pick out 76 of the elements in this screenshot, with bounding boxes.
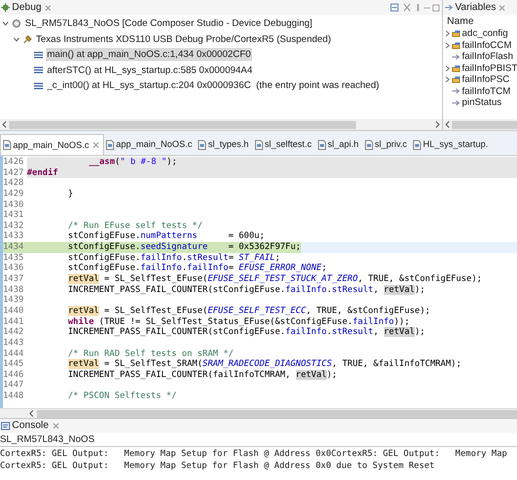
close-icon[interactable]: [45, 4, 52, 10]
variable-item[interactable]: failInfoFlash: [462, 51, 514, 62]
variable-item[interactable]: adc_config: [462, 28, 508, 40]
file-icon: [318, 140, 326, 150]
code-line: stConfigEFuse.failInfo.failInfo= EFUSE_ERROR_NONE;: [67, 263, 327, 274]
close-icon[interactable]: [498, 4, 505, 10]
code-line: retVal = SL_SelfTest_EFuse(EFUSE_SELF_TEST_ECC, TRUE, &stConfigEFuse);: [67, 306, 430, 317]
editor-tab[interactable]: sl_priv.c: [362, 134, 412, 155]
scroll-left-icon[interactable]: [29, 410, 34, 417]
code-line: INCREMENT_PASS_FAIL_COUNTER(stConfigEFuse.failInfo.stResult, retVal);: [67, 284, 426, 296]
code-line: while (TRUE != SL_SelfTest_Status_EFuse(&stConfigEFuse.failInfo));: [67, 316, 410, 327]
variable-item[interactable]: failInfoPBIST: [462, 62, 517, 74]
file-icon: [413, 140, 422, 150]
console-icon: [1, 422, 10, 430]
toolbar-icons-drawing[interactable]: [390, 3, 440, 12]
collapsed-chevron-icon[interactable]: [445, 76, 450, 84]
close-icon[interactable]: [52, 423, 59, 429]
arrow-icon: [452, 54, 460, 60]
arrow-icon: [452, 88, 460, 94]
scrollbar-thumb[interactable]: [37, 410, 517, 418]
stack-frame-item[interactable]: _c_int00() at HL_sys_startup.c:204 0x0000936C (the entry point was reached): [46, 79, 380, 92]
code-line: /* Run RAD Self tests on sRAM */: [67, 348, 234, 359]
stack-frame-icon: [34, 66, 43, 74]
collapsed-chevron-icon[interactable]: [445, 30, 450, 38]
file-icon: [364, 140, 373, 150]
editor-tab[interactable]: sl_types.h: [196, 134, 253, 155]
variable-item[interactable]: failInfoTCM: [462, 86, 511, 97]
file-icon: [106, 140, 114, 150]
scroll-left-icon[interactable]: [445, 121, 450, 128]
stack-frame-item[interactable]: afterSTC() at HL_sys_startup.c:585 0x000094A4: [46, 64, 254, 77]
view-title[interactable]: Debug: [12, 0, 42, 14]
code-line: stConfigEFuse.numPatterns = 600u;: [67, 231, 265, 242]
editor-tab[interactable]: sl_selftest.c: [252, 134, 316, 155]
collapsed-chevron-icon[interactable]: [445, 64, 450, 72]
tree-item[interactable]: Texas Instruments XDS110 USB Debug Probe/CortexR5 (Suspended): [35, 32, 332, 46]
process-name: SL_RM57L843_NoOS: [0, 434, 95, 445]
stack-frame-icon: [34, 82, 43, 90]
editor-tab[interactable]: app_main_NoOS.c: [104, 134, 196, 155]
editor-tab[interactable]: sl_api.h: [316, 134, 363, 155]
editor-tab[interactable]: app_main_NoOS.c: [0, 134, 104, 155]
variable-item[interactable]: failInfoPSC: [462, 74, 510, 86]
close-icon: [93, 142, 100, 148]
console-line: CortexR5: GEL Output: Memory Map Setup for Flash @ Address 0x0 due to System Reset: [0, 460, 436, 472]
line-number: 1426: [3, 157, 27, 168]
line-number: 1427: [3, 168, 27, 178]
column-header[interactable]: Name: [443, 15, 517, 28]
scrollbar-thumb[interactable]: [452, 120, 517, 128]
scrollbar-thumb[interactable]: [9, 120, 356, 128]
scroll-right-icon[interactable]: [435, 121, 440, 128]
code-line: retVal = SL_SelfTest_EFuse(EFUSE_SELF_TEST_STUCK_AT_ZERO, TRUE, &stConfigEFuse);: [67, 274, 482, 285]
code-line: #endif: [27, 168, 58, 178]
expanded-chevron-icon[interactable]: [2, 20, 9, 28]
code-line: stConfigEFuse.failInfo.stResult= ST_FAIL;: [67, 252, 280, 263]
code-line: }: [67, 188, 74, 200]
arrow-icon: [452, 100, 460, 106]
stack-frame-item[interactable]: main() at app_main_NoOS.c:1,434 0x00002CF0: [46, 48, 252, 62]
view-title[interactable]: Console: [12, 419, 49, 433]
scroll-left-icon[interactable]: [2, 121, 7, 128]
code-line: INCREMENT_PASS_FAIL_COUNTER(stConfigEFuse.failInfo.stResult, retVal);: [67, 327, 426, 338]
file-icon: [3, 140, 11, 150]
code-line: retVal = SL_SelfTest_SRAM(SRAM_RADECODE_DIAGNOSTICS, TRUE, &failInfoTCMRAM);: [67, 359, 462, 370]
code-line: /* PSCON Selftests */: [67, 391, 177, 402]
expanded-chevron-icon[interactable]: [13, 36, 20, 43]
variable-item[interactable]: pinStatus: [462, 97, 502, 108]
variable-item[interactable]: failInfoCCM: [462, 40, 512, 51]
tree-item[interactable]: SL_RM57L843_NoOS [Code Composer Studio - Device Debugging]: [24, 17, 314, 30]
stack-frame-icon: [34, 50, 43, 59]
file-icon: [198, 140, 206, 150]
code-line: __asm(" b #-8 ");: [88, 157, 177, 168]
console-line: CortexR5: GEL Output: Memory Map Setup for Flash @ Address 0x0CortexR5: GEL Output: Memory Map: [0, 449, 508, 460]
editor-tab[interactable]: HL_sys_startup.: [411, 134, 492, 155]
collapsed-chevron-icon[interactable]: [445, 42, 450, 49]
code-line: /* Run EFuse self tests */: [67, 220, 203, 232]
code-line: INCREMENT_PASS_FAIL_COUNTER(failInfoTCMRAM, retVal);: [67, 370, 338, 380]
file-icon: [254, 140, 263, 150]
line-number: 1434: [3, 242, 27, 253]
